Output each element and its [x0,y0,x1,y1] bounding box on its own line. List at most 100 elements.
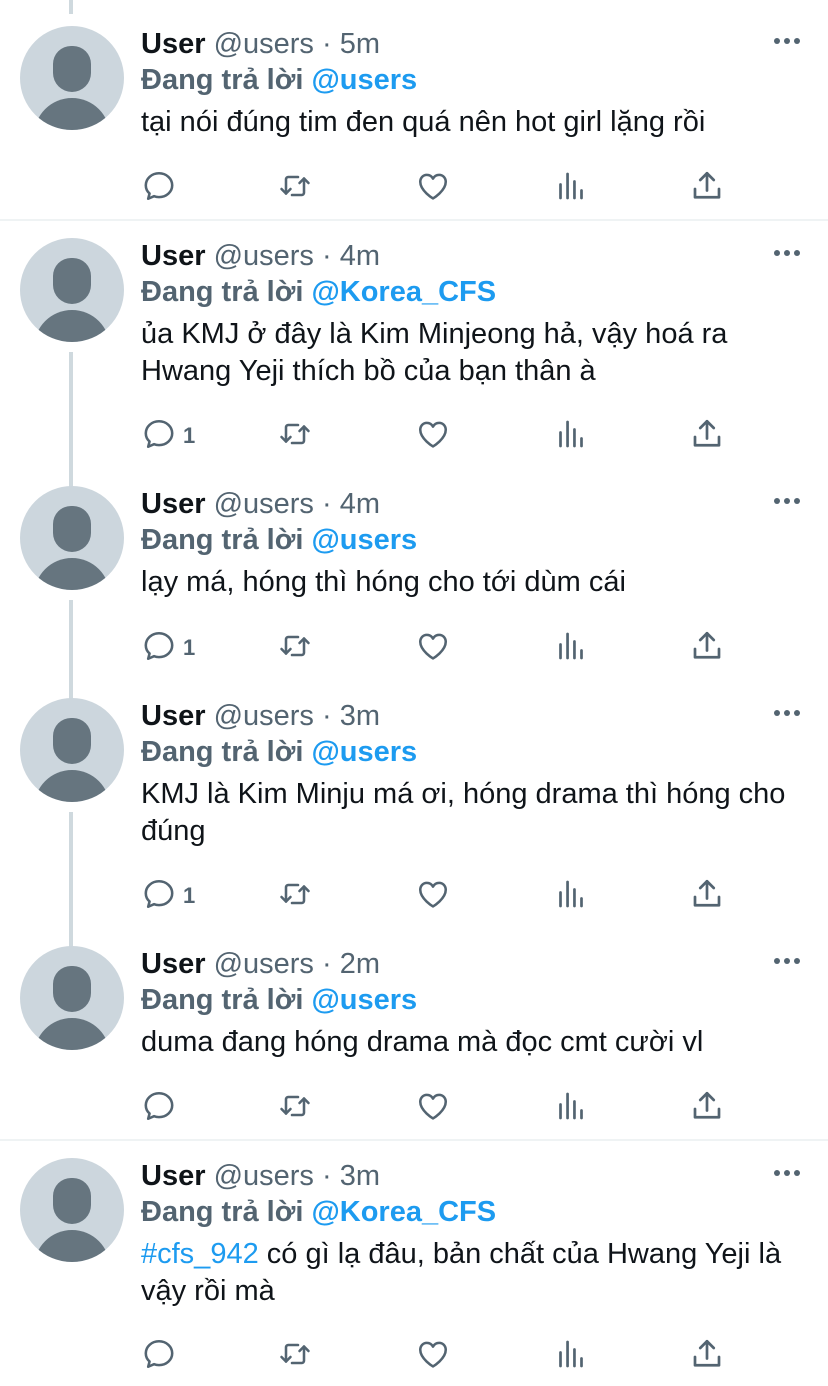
retweet-button[interactable] [277,876,313,916]
retweet-button[interactable] [277,168,313,208]
separator: · [321,700,332,732]
more-horizontal-icon[interactable] [774,498,800,506]
user-handle[interactable]: @users [214,948,314,980]
comment-icon [141,1088,177,1129]
reply-mention[interactable]: @users [311,736,417,768]
tweet-body: duma đang hóng drama mà đọc cmt cười vl [141,1026,704,1058]
like-button[interactable] [415,416,451,456]
user-name[interactable]: User [141,700,206,732]
share-button[interactable] [689,416,725,456]
tweet-text: KMJ là Kim Minju má ơi, hóng drama thì h… [141,776,801,850]
avatar[interactable] [20,26,124,130]
reply-mention[interactable]: @users [311,984,417,1016]
share-button[interactable] [689,168,725,208]
user-name[interactable]: User [141,28,206,60]
hashtag[interactable]: #cfs_942 [141,1238,259,1270]
tweet-header: User @users · 4m [141,486,804,522]
tweet-actions [141,168,741,208]
timestamp[interactable]: 2m [340,948,380,980]
share-button[interactable] [689,876,725,916]
reply-prefix: Đang trả lời [141,64,304,96]
more-horizontal-icon[interactable] [774,1170,800,1178]
reply-button[interactable]: 1 [141,628,195,668]
analytics-button[interactable] [553,1336,589,1376]
tweet[interactable]: User @users · 3m Đang trả lời @users KMJ… [0,672,828,936]
tweet[interactable]: User @users · 3m Đang trả lời @Korea_CFS… [0,1132,828,1386]
timestamp[interactable]: 5m [340,28,380,60]
share-icon [689,876,725,917]
reply-mention[interactable]: @users [311,64,417,96]
analytics-button[interactable] [553,416,589,456]
reply-button[interactable] [141,1336,183,1376]
share-button[interactable] [689,1336,725,1376]
replying-to: Đang trả lời @Korea_CFS [141,274,804,310]
tweet-body: KMJ là Kim Minju má ơi, hóng drama thì h… [141,778,786,847]
share-button[interactable] [689,628,725,668]
retweet-button[interactable] [277,1336,313,1376]
tweet-header: User @users · 2m [141,946,804,982]
heart-icon [415,876,451,917]
more-horizontal-icon[interactable] [774,710,800,718]
more-horizontal-icon[interactable] [774,38,800,46]
user-name[interactable]: User [141,488,206,520]
share-button[interactable] [689,1088,725,1128]
reply-button[interactable] [141,168,183,208]
retweet-button[interactable] [277,628,313,668]
analytics-button[interactable] [553,876,589,916]
replying-to: Đang trả lời @users [141,522,804,558]
timestamp[interactable]: 4m [340,240,380,272]
comment-icon [141,416,177,457]
like-button[interactable] [415,1088,451,1128]
timestamp[interactable]: 3m [340,700,380,732]
more-horizontal-icon[interactable] [774,250,800,258]
user-name[interactable]: User [141,1160,206,1192]
replying-to: Đang trả lời @users [141,982,804,1018]
retweet-icon [277,1336,313,1377]
analytics-icon [553,416,589,457]
like-button[interactable] [415,628,451,668]
retweet-button[interactable] [277,416,313,456]
tweet[interactable]: User @users · 5m Đang trả lời @users tại… [0,0,828,220]
more-horizontal-icon[interactable] [774,958,800,966]
user-handle[interactable]: @users [214,700,314,732]
like-button[interactable] [415,876,451,916]
like-button[interactable] [415,168,451,208]
reply-prefix: Đang trả lời [141,984,304,1016]
user-handle[interactable]: @users [214,28,314,60]
comment-icon [141,168,177,209]
tweet-text: tại nói đúng tim đen quá nên hot girl lặ… [141,104,801,141]
avatar[interactable] [20,946,124,1050]
timestamp[interactable]: 4m [340,488,380,520]
reply-mention[interactable]: @Korea_CFS [311,1196,496,1228]
retweet-button[interactable] [277,1088,313,1128]
analytics-icon [553,628,589,669]
tweet[interactable]: User @users · 4m Đang trả lời @users lạy… [0,460,828,672]
reply-mention[interactable]: @users [311,524,417,556]
avatar[interactable] [20,698,124,802]
heart-icon [415,1088,451,1129]
reply-button[interactable]: 1 [141,416,195,456]
user-name[interactable]: User [141,948,206,980]
analytics-button[interactable] [553,1088,589,1128]
user-name[interactable]: User [141,240,206,272]
retweet-icon [277,416,313,457]
tweet-body: tại nói đúng tim đen quá nên hot girl lặ… [141,106,706,138]
timestamp[interactable]: 3m [340,1160,380,1192]
like-button[interactable] [415,1336,451,1376]
reply-mention[interactable]: @Korea_CFS [311,276,496,308]
reply-button[interactable]: 1 [141,876,195,916]
user-handle[interactable]: @users [214,1160,314,1192]
user-handle[interactable]: @users [214,240,314,272]
tweet[interactable]: User @users · 4m Đang trả lời @Korea_CFS… [0,212,828,476]
analytics-button[interactable] [553,628,589,668]
retweet-icon [277,168,313,209]
analytics-button[interactable] [553,168,589,208]
avatar[interactable] [20,486,124,590]
reply-button[interactable] [141,1088,183,1128]
tweet-actions [141,1336,741,1376]
user-handle[interactable]: @users [214,488,314,520]
replying-to: Đang trả lời @users [141,734,804,770]
tweet[interactable]: User @users · 2m Đang trả lời @users dum… [0,920,828,1140]
avatar[interactable] [20,238,124,342]
avatar[interactable] [20,1158,124,1262]
